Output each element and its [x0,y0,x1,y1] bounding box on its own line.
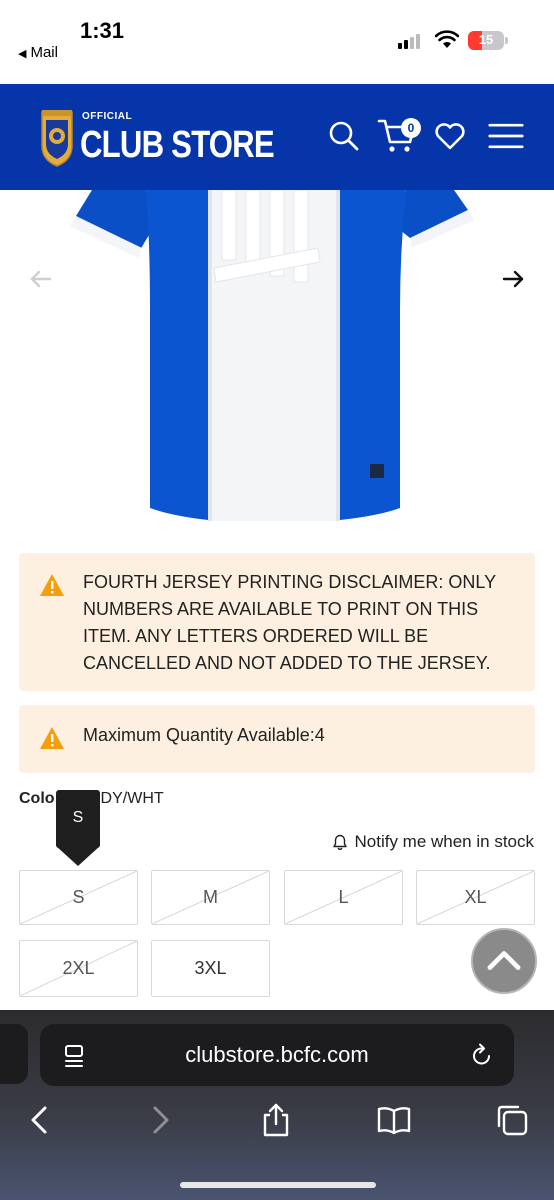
carousel-prev-arrow-icon[interactable] [28,266,54,292]
size-option-2xl[interactable]: 2XL [19,940,138,997]
hamburger-menu-icon[interactable] [488,118,524,154]
printing-disclaimer-notice: FOURTH JERSEY PRINTING DISCLAIMER: ONLY … [19,553,535,691]
wifi-icon [435,30,459,48]
forward-chevron-icon[interactable] [142,1102,178,1138]
tabs-icon[interactable] [494,1102,530,1138]
size-tooltip: S [56,790,100,848]
previous-tab-preview[interactable] [0,1024,28,1084]
logo-small-text: OFFICIAL [82,111,133,122]
home-indicator [180,1182,376,1188]
reload-icon[interactable] [470,1042,494,1068]
bookmarks-book-icon[interactable] [376,1102,412,1138]
status-time: 1:31 [80,18,125,43]
back-app-label: Mail [30,44,58,61]
size-tooltip-pointer [56,846,100,866]
disclaimer-text: FOURTH JERSEY PRINTING DISCLAIMER: ONLY … [83,572,496,673]
club-crest-logo[interactable] [38,106,76,168]
back-to-mail-link[interactable]: ◀ Mail [18,44,58,61]
search-icon[interactable] [326,118,362,154]
size-option-l[interactable]: L [284,870,403,925]
battery-level: 15 [478,32,494,47]
url-text: clubstore.bcfc.com [185,1042,369,1067]
product-image-carousel[interactable] [0,190,554,530]
warning-icon [40,574,64,596]
size-label: L [338,887,349,907]
warning-icon [40,727,64,749]
size-option-s[interactable]: S [19,870,138,925]
logo-main-text[interactable]: CLUB STORE [80,124,275,167]
back-chevron-icon[interactable] [22,1102,58,1138]
wishlist-heart-icon[interactable] [432,118,468,154]
status-bar: 1:31 ◀ Mail 15 [0,0,554,84]
size-label: S [72,887,85,907]
share-icon[interactable] [258,1102,294,1138]
cellular-signal-icon [398,33,424,49]
notify-in-stock-link[interactable]: Notify me when in stock [332,832,534,852]
max-quantity-text: Maximum Quantity Available:4 [83,725,325,745]
browser-toolbar: clubstore.bcfc.com [0,1010,554,1200]
size-option-m[interactable]: M [151,870,270,925]
address-bar[interactable]: clubstore.bcfc.com [40,1024,514,1086]
site-header: OFFICIAL CLUB STORE 0 [0,84,554,190]
colour-value: DY/WHT [100,790,164,807]
cart-count-badge: 0 [401,118,421,138]
carousel-next-arrow-icon[interactable] [500,266,526,292]
battery-icon: 15 [468,31,504,50]
size-option-3xl[interactable]: 3XL [151,940,270,997]
size-label: 3XL [194,958,227,978]
size-label: M [203,887,218,907]
jersey-product-image [70,190,474,521]
size-label: XL [464,887,487,907]
max-quantity-notice: Maximum Quantity Available:4 [19,705,535,773]
scroll-to-top-button[interactable] [471,928,537,994]
size-option-xl[interactable]: XL [416,870,535,925]
size-label: 2XL [62,958,95,978]
notify-text: Notify me when in stock [354,832,534,851]
colour-label-prefix: Colo [19,790,55,807]
bell-icon [333,834,348,850]
